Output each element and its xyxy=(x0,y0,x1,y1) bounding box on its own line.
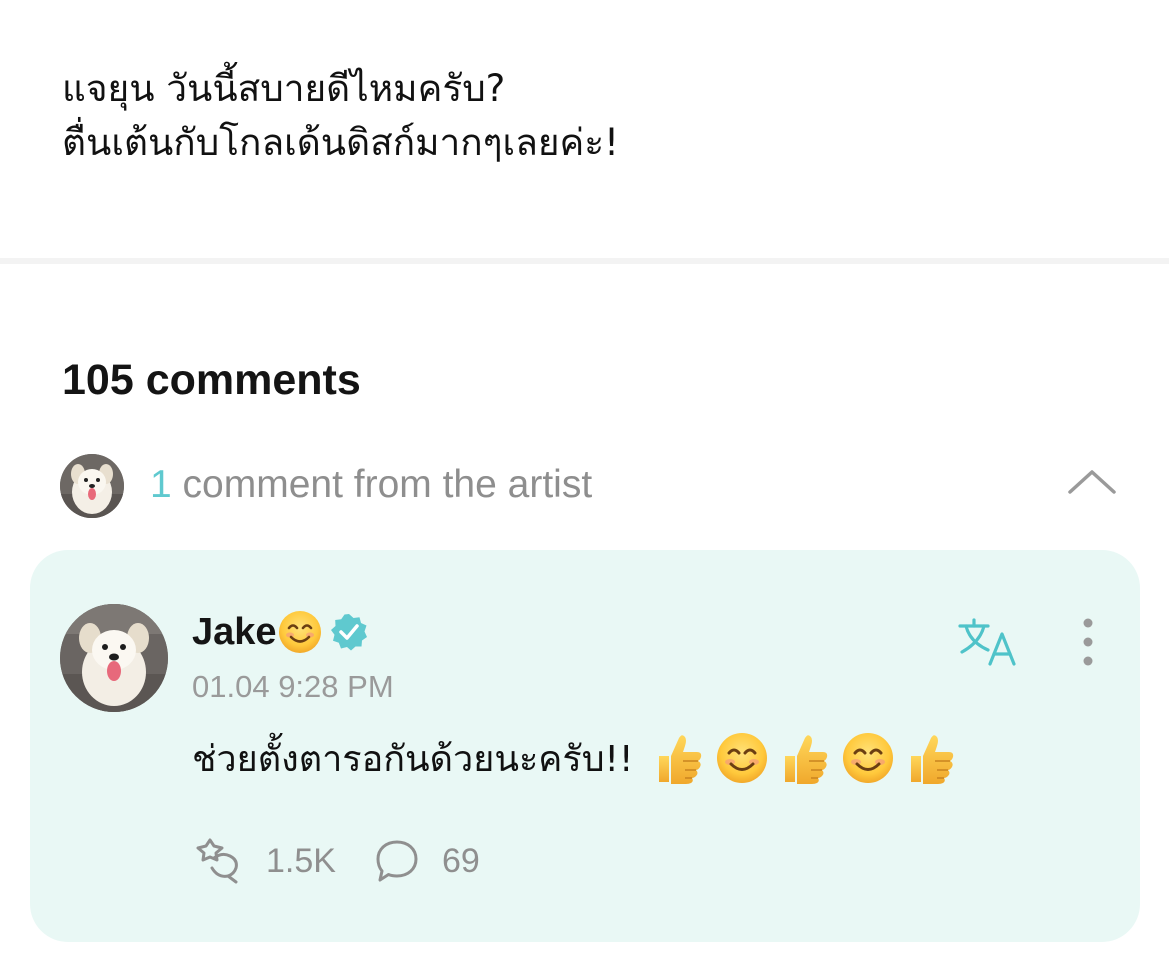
cheer-icon xyxy=(196,838,238,884)
artist-comment-card: Jake 01.04 9:28 PM ช่วยตั้งตารอกันด้วยนะ… xyxy=(30,550,1140,942)
comment-timestamp: 01.04 9:28 PM xyxy=(192,669,394,704)
artist-avatar xyxy=(60,454,124,518)
artist-comments-bar[interactable]: 1 comment from the artist xyxy=(60,452,1120,518)
post-text-line: ตื่นเต้นกับโกลเด้นดิสก์มากๆเลยค่ะ! xyxy=(62,121,620,164)
smiling-face-emoji-icon xyxy=(717,733,768,783)
post-text-line: แจยุน วันนี้สบายดีไหมครับ? xyxy=(62,67,506,110)
emoji-row xyxy=(653,730,957,786)
thumbs-up-emoji-icon xyxy=(659,735,702,784)
comments-count-heading: 105 comments xyxy=(62,356,361,404)
chevron-up-icon[interactable] xyxy=(1064,462,1120,502)
comment-text: ช่วยตั้งตารอกันด้วยนะครับ!! xyxy=(192,738,634,780)
reply-count: 69 xyxy=(441,841,480,880)
translate-icon[interactable] xyxy=(958,616,1018,668)
more-vertical-icon[interactable] xyxy=(1070,616,1106,668)
like-button[interactable]: 1.5K xyxy=(192,838,336,884)
like-count: 1.5K xyxy=(266,841,336,880)
reply-button[interactable]: 69 xyxy=(374,838,480,884)
comment-body: ช่วยตั้งตารอกันด้วยนะครับ!! xyxy=(192,728,957,788)
speech-bubble-icon xyxy=(376,840,418,882)
artist-comment-text: comment from the artist xyxy=(171,463,593,506)
author-avatar[interactable] xyxy=(60,604,168,712)
artist-comments-label: 1 comment from the artist xyxy=(150,460,592,510)
artist-comment-count: 1 xyxy=(150,463,172,506)
thumbs-up-emoji-icon xyxy=(911,735,954,784)
thumbs-up-emoji-icon xyxy=(785,735,828,784)
comment-actions: 1.5K 69 xyxy=(192,836,480,886)
verified-badge-icon xyxy=(329,612,369,652)
smiling-face-emoji-icon xyxy=(277,609,323,655)
author-name[interactable]: Jake xyxy=(192,611,277,654)
section-divider xyxy=(0,258,1169,264)
post-body: แจยุน วันนี้สบายดีไหมครับ? ตื่นเต้นกับโก… xyxy=(62,62,1102,170)
author-row: Jake xyxy=(192,606,369,658)
smiling-face-emoji-icon xyxy=(843,733,894,783)
